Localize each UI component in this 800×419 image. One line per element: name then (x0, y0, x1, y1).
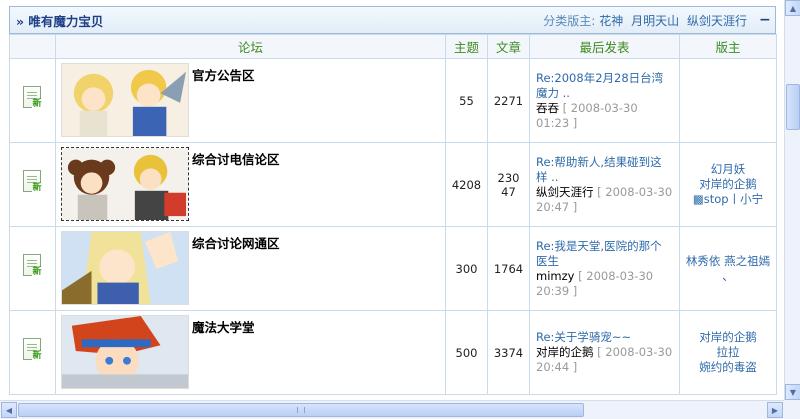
last-post-author[interactable]: 纵剑天涯行 (536, 185, 594, 199)
forum-name[interactable]: 综合讨电信论区 (192, 149, 280, 168)
category-moderator-link[interactable]: 月明天山 (631, 14, 679, 28)
scroll-down-button[interactable]: ▼ (785, 384, 800, 400)
new-posts-icon: 新 (22, 338, 43, 364)
header-topics: 主题 (445, 34, 488, 59)
forum-moderators[interactable]: 对岸的企鹅 拉拉 婉约的毒盗 (679, 310, 777, 395)
forum-banner-image[interactable] (61, 63, 189, 137)
category-header: » 唯有魔力宝贝 分类版主: 花神 月明天山 纵剑天涯行 − (9, 6, 776, 34)
forum-moderators[interactable]: 林秀依 燕之祖嫣 、 (679, 226, 777, 311)
forum-banner-image[interactable] (61, 147, 189, 221)
last-post-link[interactable]: Re:我是天堂,医院的那个医生 (536, 239, 673, 269)
forum-status-cell: 新 (9, 310, 56, 395)
forum-row: 新 魔法大学堂 500 3374 Re:关于学骑宠~~ 对岸的企鹅 [2008… (9, 310, 777, 395)
forum-table: 论坛 主题 文章 最后发表 版主 新 官方公告区 55 2271 Re:2008… (9, 34, 777, 395)
forum-row: 新 官方公告区 55 2271 Re:2008年2月28日台湾魔力 .. 吞吞 … (9, 58, 777, 143)
forum-cell: 官方公告区 (55, 58, 446, 143)
forum-banner-image[interactable] (61, 231, 189, 305)
posts-count: 2271 (487, 58, 530, 143)
category-moderators: 分类版主: 花神 月明天山 纵剑天涯行 − (543, 12, 771, 29)
forum-banner-image[interactable] (61, 315, 189, 389)
category-moderator-list: 花神 月明天山 纵剑天涯行 (595, 12, 747, 29)
forum-row: 新 综合讨论网通区 300 1764 Re:我是天堂,医院的那个医生 mimzy… (9, 226, 777, 311)
forum-cell: 魔法大学堂 (55, 310, 446, 395)
category-moderator-link[interactable]: 纵剑天涯行 (687, 14, 747, 28)
forum-status-cell: 新 (9, 58, 56, 143)
category-moderators-label: 分类版主: (543, 13, 596, 28)
header-last-post: 最后发表 (529, 34, 680, 59)
forum-status-cell: 新 (9, 226, 56, 311)
posts-count: 3374 (487, 310, 530, 395)
horizontal-scroll-thumb[interactable] (18, 403, 584, 417)
last-post-author[interactable]: 吞吞 (536, 101, 559, 115)
topics-count: 300 (445, 226, 488, 311)
category-title[interactable]: » 唯有魔力宝贝 (16, 11, 103, 30)
posts-count: 1764 (487, 226, 530, 311)
last-post-link[interactable]: Re:关于学骑宠~~ (536, 330, 673, 345)
forum-name[interactable]: 官方公告区 (192, 65, 255, 84)
vertical-scrollbar[interactable]: ▲ ▼ (784, 0, 800, 400)
forum-row: 新 综合讨电信论区 4208 23047 Re:帮助新人,结果碰到这样 .. 纵… (9, 142, 777, 227)
table-header-row: 论坛 主题 文章 最后发表 版主 (9, 34, 777, 59)
last-post-link[interactable]: Re:帮助新人,结果碰到这样 .. (536, 155, 673, 185)
collapse-button[interactable]: − (759, 12, 771, 28)
forum-moderators[interactable]: 幻月妖 对岸的企鹅 ▩stop丨小宁 (679, 142, 777, 227)
scroll-right-button[interactable]: ▶ (767, 402, 783, 418)
topics-count: 55 (445, 58, 488, 143)
new-posts-icon: 新 (22, 254, 43, 280)
new-posts-icon: 新 (22, 86, 43, 112)
category-moderator-link[interactable]: 花神 (599, 14, 623, 28)
horizontal-scrollbar[interactable]: ◀ ▶ (0, 400, 784, 419)
topics-count: 4208 (445, 142, 488, 227)
vertical-scroll-thumb[interactable] (786, 84, 800, 130)
scroll-left-button[interactable]: ◀ (1, 402, 17, 418)
posts-count: 23047 (487, 142, 530, 227)
header-moderators: 版主 (679, 34, 777, 59)
page-viewport: » 唯有魔力宝贝 分类版主: 花神 月明天山 纵剑天涯行 − 论坛 主题 文章 … (0, 0, 784, 400)
scrollbar-corner (784, 400, 800, 419)
forum-cell: 综合讨论网通区 (55, 226, 446, 311)
topics-count: 500 (445, 310, 488, 395)
new-posts-icon: 新 (22, 170, 43, 196)
scroll-up-button[interactable]: ▲ (785, 0, 800, 16)
last-post-cell: Re:关于学骑宠~~ 对岸的企鹅 [ 2008-03-30 20:44 ] (529, 310, 680, 395)
forum-status-cell: 新 (9, 142, 56, 227)
forum-name[interactable]: 魔法大学堂 (192, 317, 255, 336)
forum-name[interactable]: 综合讨论网通区 (192, 233, 280, 252)
last-post-cell: Re:帮助新人,结果碰到这样 .. 纵剑天涯行 [ 2008-03-30 20:… (529, 142, 680, 227)
header-forum: 论坛 (55, 34, 446, 59)
header-icon-col (9, 34, 56, 59)
forum-moderators[interactable] (679, 58, 777, 143)
last-post-cell: Re:2008年2月28日台湾魔力 .. 吞吞 [ 2008-03-30 01:… (529, 58, 680, 143)
last-post-author[interactable]: mimzy (536, 269, 574, 283)
last-post-link[interactable]: Re:2008年2月28日台湾魔力 .. (536, 71, 673, 101)
header-posts: 文章 (487, 34, 530, 59)
last-post-cell: Re:我是天堂,医院的那个医生 mimzy [ 2008-03-30 20:39… (529, 226, 680, 311)
last-post-author[interactable]: 对岸的企鹅 (536, 345, 594, 359)
forum-cell: 综合讨电信论区 (55, 142, 446, 227)
